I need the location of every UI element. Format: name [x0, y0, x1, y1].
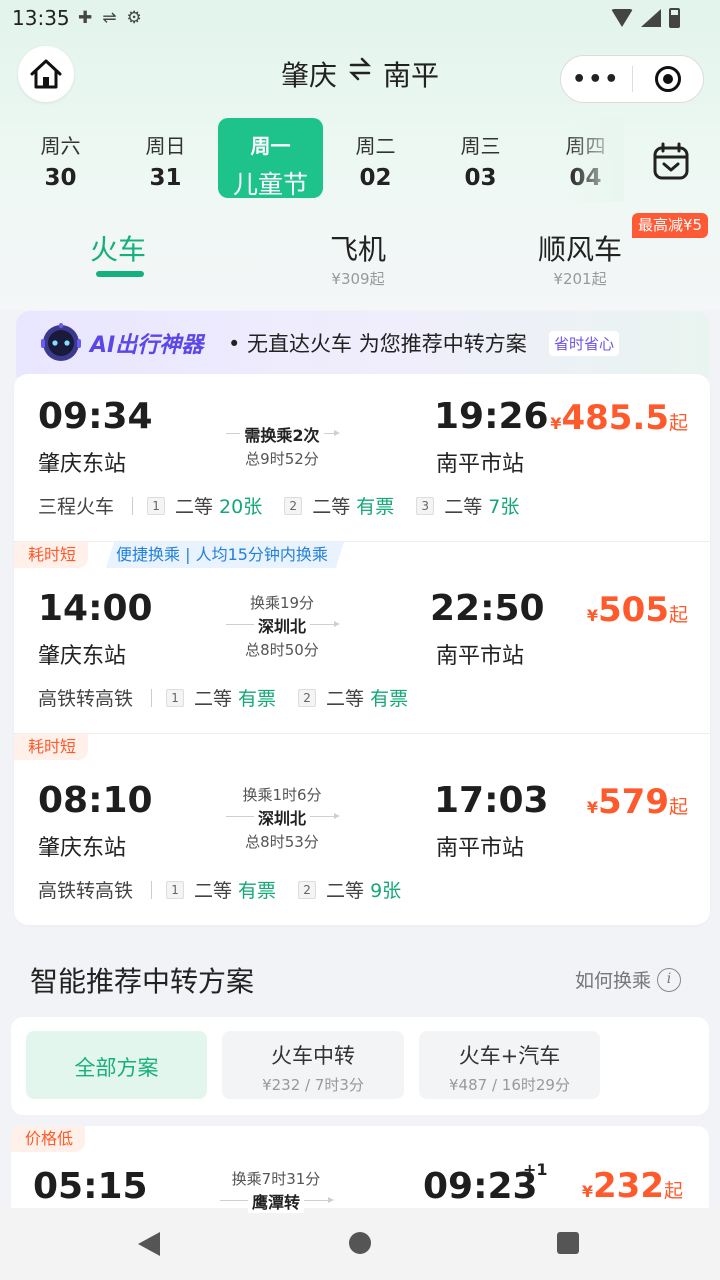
more-button[interactable]: ••• [561, 67, 632, 92]
ai-banner[interactable]: AI出行神器 • 无直达火车 为您推荐中转方案 省时省心 [16, 311, 710, 377]
transfer-station: 深圳北 [253, 805, 310, 829]
tab-underline [96, 271, 144, 277]
date-item[interactable]: 周三 03 [428, 118, 533, 202]
home-button[interactable] [18, 46, 74, 102]
status-bar: 13:35 ✚ ⇌ ⚙ [0, 0, 720, 38]
ai-robot-icon [41, 323, 81, 361]
arrival-station: 南平市站 [436, 836, 525, 861]
train-type: 高铁转高铁 [38, 880, 134, 902]
signal-icon [641, 9, 661, 27]
close-miniprogram-button[interactable] [633, 66, 704, 92]
target-icon [654, 66, 681, 92]
train-type: 高铁转高铁 [38, 688, 134, 710]
transfer-info: 换乘7时31分 鹰潭转 [220, 1168, 334, 1213]
date-item-selected[interactable]: 周一 儿童节 [218, 118, 323, 199]
date-item[interactable]: 周二 02 [323, 118, 428, 202]
departure-station: 肇庆东站 [38, 644, 127, 669]
total-duration: 总8时53分 [245, 833, 319, 851]
results-card: 09:34 肇庆东站 需换乘2次 总9时52分 19:26 南平市站 ¥485.… [14, 374, 710, 925]
transfer-info: 换乘19分 深圳北 总8时50分 [226, 592, 340, 660]
date-item[interactable]: 周六 30 [8, 118, 113, 202]
destination-city: 南平 [383, 59, 440, 92]
bandage-icon: ✚ [78, 8, 93, 28]
trip-item[interactable]: 耗时短 便捷换乘 | 人均15分钟内换乘 14:00 肇庆东站 换乘19分 深圳… [14, 542, 710, 734]
transfer-info: 换乘1时6分 深圳北 总8时53分 [226, 784, 340, 852]
recents-icon[interactable] [557, 1232, 579, 1254]
price: ¥232起 [581, 1166, 683, 1206]
ai-banner-text: • 无直达火车 为您推荐中转方案 [228, 332, 527, 356]
settings-icon: ⚙ [126, 8, 142, 28]
ai-chip: 省时省心 [549, 331, 620, 356]
date-selector: 周六 30 周日 31 周一 儿童节 周二 02 周三 03 周四 04 [8, 118, 638, 202]
transfer-station: 深圳北 [253, 613, 310, 637]
filter-all[interactable]: 全部方案 [26, 1031, 207, 1099]
info-icon: i [657, 967, 682, 992]
how-to-transfer-link[interactable]: 如何换乘 i [575, 966, 682, 993]
back-icon[interactable] [138, 1232, 160, 1256]
swap-arrows-icon[interactable] [349, 54, 371, 84]
tab-flight[interactable]: 飞机 ¥309起 [330, 228, 386, 289]
promo-badge: 最高减¥5 [632, 213, 709, 238]
system-nav-bar [0, 1208, 720, 1280]
departure-time: 09:34 [38, 396, 153, 437]
transfer-station: 需换乘2次 [240, 422, 324, 446]
departure-time: 14:00 [38, 588, 153, 629]
arrival-station: 南平市站 [436, 644, 525, 669]
departure-time: 05:15 [33, 1166, 148, 1207]
tag-low-price: 价格低 [11, 1126, 86, 1152]
calendar-icon [653, 142, 689, 180]
wifi-icon [611, 9, 633, 27]
section-title: 智能推荐中转方案 [30, 965, 255, 998]
arrival-station: 南平市站 [436, 452, 525, 477]
departure-time: 08:10 [38, 780, 153, 821]
tab-train[interactable]: 火车 [90, 228, 146, 268]
tag-short-duration: 耗时短 [14, 542, 89, 568]
price: ¥579起 [586, 782, 688, 822]
mini-program-capsule: ••• [560, 55, 704, 103]
seat-availability: 三程火车 1 二等 20张 2 二等 有票 3 二等 7张 [38, 492, 541, 519]
home-circle-icon[interactable] [349, 1232, 371, 1254]
origin-city: 肇庆 [280, 59, 337, 92]
departure-station: 肇庆东站 [38, 452, 127, 477]
home-icon [30, 59, 62, 89]
departure-station: 肇庆东站 [38, 836, 127, 861]
trip-item[interactable]: 09:34 肇庆东站 需换乘2次 总9时52分 19:26 南平市站 ¥485.… [14, 374, 710, 542]
date-item[interactable]: 周日 31 [113, 118, 218, 202]
arrival-time: 09:23 [423, 1166, 538, 1207]
transfer-wait: 换乘19分 [249, 594, 315, 612]
seat-availability: 高铁转高铁 1 二等 有票 2 二等 有票 [38, 684, 430, 711]
arrival-time: 22:50 [430, 588, 545, 629]
transfer-wait: 换乘1时6分 [242, 786, 322, 804]
seat-availability: 高铁转高铁 1 二等 有票 2 二等 9张 [38, 876, 423, 903]
tag-easy-transfer: 便捷换乘 | 人均15分钟内换乘 [106, 542, 344, 568]
tab-carpool[interactable]: 顺风车 ¥201起 [538, 228, 622, 289]
transfer-station: 鹰潭转 [247, 1189, 304, 1213]
price: ¥485.5起 [550, 398, 688, 438]
battery-icon [669, 8, 680, 28]
filter-bar: 全部方案 火车中转 ¥232 / 7时3分 火车+汽车 ¥487 / 16时29… [11, 1017, 709, 1115]
total-duration: 总9时52分 [245, 450, 319, 468]
arrival-time: 17:03 [434, 780, 549, 821]
next-day-marker: +1 [523, 1160, 548, 1179]
train-type: 三程火车 [38, 496, 115, 518]
tag-short-duration: 耗时短 [14, 734, 89, 760]
transfer-wait: 换乘7时31分 [231, 1170, 321, 1188]
filter-train-bus[interactable]: 火车+汽车 ¥487 / 16时29分 [419, 1031, 600, 1099]
trip-item[interactable]: 耗时短 08:10 肇庆东站 换乘1时6分 深圳北 总8时53分 17:03 南… [14, 734, 710, 924]
filter-train-transfer[interactable]: 火车中转 ¥232 / 7时3分 [222, 1031, 404, 1099]
calendar-button[interactable] [648, 142, 694, 182]
price: ¥505起 [586, 590, 688, 630]
arrival-time: 19:26 [434, 396, 549, 437]
route-title[interactable]: 肇庆 南平 [220, 54, 500, 94]
transfer-info: 需换乘2次 总9时52分 [226, 422, 340, 469]
status-time: 13:35 [12, 6, 70, 30]
sync-icon: ⇌ [102, 8, 117, 28]
ai-brand: AI出行神器 [90, 333, 204, 358]
total-duration: 总8时50分 [245, 641, 319, 659]
